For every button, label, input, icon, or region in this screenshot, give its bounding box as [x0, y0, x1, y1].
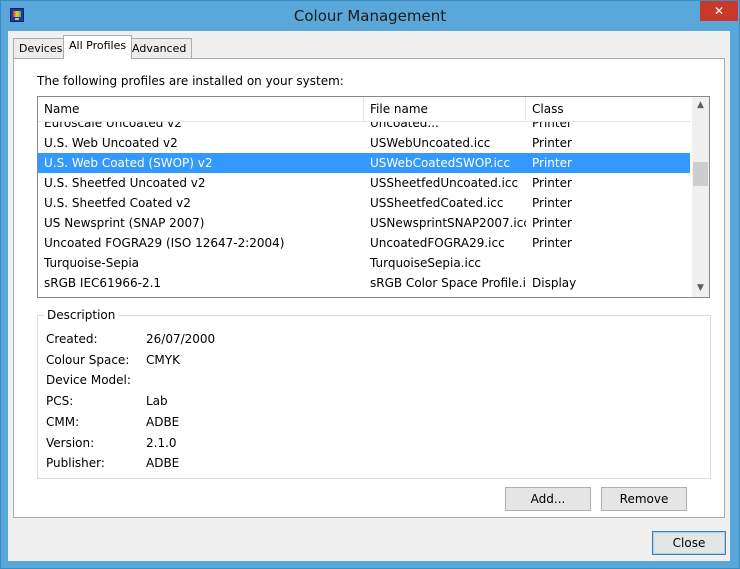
- profile-name-cell: sRGB IEC61966-2.1: [44, 276, 162, 290]
- profile-row[interactable]: U.S. Sheetfed Coated v2 USSheetfedCoated.…: [38, 193, 690, 213]
- profiles-intro-text: The following profiles are installed on …: [37, 74, 344, 88]
- add-button[interactable]: Add...: [505, 487, 591, 511]
- tab-all-profiles[interactable]: All Profiles: [63, 35, 133, 59]
- tab-advanced[interactable]: Advanced: [126, 38, 193, 59]
- column-header-file-name[interactable]: File name: [364, 97, 526, 121]
- window-title: Colour Management: [293, 7, 447, 25]
- profiles-list-rows: Euroscale Uncoated v2 Uncoated... Printer U…: [38, 113, 690, 297]
- profiles-list[interactable]: Name File name Class Euroscale Uncoated …: [37, 96, 710, 298]
- profile-file-cell: USSheetfedUncoated.icc: [370, 176, 519, 190]
- profile-name-cell: U.S. Web Uncoated v2: [44, 136, 178, 150]
- all-profiles-tab-page: The following profiles are installed on …: [13, 58, 725, 518]
- profile-class-cell: Printer: [532, 236, 572, 250]
- profile-row[interactable]: Uncoated FOGRA29 (ISO 12647-2:2004) Uncoa…: [38, 233, 690, 253]
- profile-file-cell: SMPTE-C.icc: [364, 293, 526, 297]
- profiles-list-header: Name File name Class: [38, 97, 690, 122]
- close-button[interactable]: Close: [652, 531, 726, 555]
- profile-class-cell: Printer: [532, 196, 572, 210]
- profile-class-cell: Printer: [532, 136, 572, 150]
- profile-file-cell: USWebCoatedSWOP.icc: [370, 156, 510, 170]
- column-header-name[interactable]: Name: [38, 97, 364, 121]
- profile-row[interactable]: sRGB IEC61966-2.1 sRGB Color Space Profil…: [38, 273, 690, 293]
- description-field-label: Device Model:: [46, 373, 131, 388]
- profile-class-cell: Printer: [532, 216, 572, 230]
- profile-class-cell: Printer: [532, 176, 572, 190]
- profiles-list-scrollbar[interactable]: ▲ ▼: [692, 97, 709, 297]
- profile-name-cell: US Newsprint (SNAP 2007): [44, 216, 205, 230]
- description-field-label: PCS:: [46, 394, 74, 409]
- description-field-value: ADBE: [146, 456, 180, 471]
- description-field-label: Created:: [46, 332, 98, 346]
- description-field-value: ADBE: [146, 414, 180, 429]
- profile-file-cell: USSheetfedCoated.icc: [370, 196, 504, 210]
- profile-name-cell: Turquoise-Sepia: [44, 256, 140, 270]
- scroll-down-arrow-icon[interactable]: ▼: [692, 280, 709, 297]
- description-field-label: Colour Space:: [46, 352, 130, 367]
- window-close-button[interactable]: ✕: [700, 1, 738, 21]
- profile-row[interactable]: U.S. Web Uncoated v2 USWebUncoated.icc Pri…: [38, 133, 690, 153]
- profile-file-cell: USNewsprintSNAP2007.icc: [370, 216, 526, 230]
- scrollbar-thumb[interactable]: [693, 162, 708, 186]
- profile-file-cell: sRGB Color Space Profile.ic...: [370, 276, 526, 290]
- profile-row[interactable]: U.S. Sheetfed Uncoated v2 USSheetfedUncoa…: [38, 173, 690, 193]
- profile-name-cell: U.S. Sheetfed Coated v2: [44, 196, 191, 210]
- profile-row-selected[interactable]: U.S. Web Coated (SWOP) v2 USWebCoatedSWOP…: [38, 153, 690, 173]
- column-header-class[interactable]: Class: [526, 97, 690, 121]
- tab-devices[interactable]: Devices: [13, 38, 69, 59]
- description-group: Description Created: 26/07/2000 Colour Spa…: [37, 308, 711, 479]
- remove-button[interactable]: Remove: [601, 487, 687, 511]
- description-field-label: Version:: [46, 435, 95, 450]
- description-field-value: Lab: [146, 394, 168, 409]
- description-group-label: Description: [44, 308, 119, 322]
- profile-name-cell: SMPTE-C: [38, 293, 364, 297]
- profile-name-cell: Uncoated FOGRA29 (ISO 12647-2:2004): [44, 236, 285, 250]
- profile-name-cell: U.S. Web Coated (SWOP) v2: [44, 156, 213, 170]
- description-field-label: CMM:: [46, 414, 80, 429]
- description-field-value: CMYK: [146, 352, 180, 367]
- profile-name-cell: U.S. Sheetfed Uncoated v2: [44, 176, 206, 190]
- profile-class-cell: Printer: [532, 156, 572, 170]
- colour-management-window: Colour Management ✕ Devices All Profiles…: [0, 0, 740, 569]
- description-field-label: Publisher:: [46, 456, 105, 471]
- profile-class-cell: [526, 253, 690, 273]
- profile-row[interactable]: US Newsprint (SNAP 2007) USNewsprintSNAP2…: [38, 213, 690, 233]
- profile-file-cell: UncoatedFOGRA29.icc: [370, 236, 505, 250]
- dialog-body: Devices All Profiles Advanced The follow…: [8, 31, 730, 561]
- profile-file-cell: TurquoiseSepia.icc: [370, 256, 482, 270]
- description-field-value: 26/07/2000: [146, 332, 216, 346]
- profile-row[interactable]: Turquoise-Sepia TurquoiseSepia.icc: [38, 253, 690, 273]
- profile-file-cell: USWebUncoated.icc: [370, 136, 491, 150]
- description-field-value: 2.1.0: [146, 435, 177, 450]
- profile-row[interactable]: SMPTE-CSMPTE-C.iccDisplay: [38, 293, 690, 297]
- scroll-up-arrow-icon[interactable]: ▲: [692, 97, 709, 114]
- profile-class-cell: Display: [532, 276, 577, 290]
- profile-class-cell: Display: [526, 293, 690, 297]
- title-bar[interactable]: Colour Management ✕: [1, 1, 739, 31]
